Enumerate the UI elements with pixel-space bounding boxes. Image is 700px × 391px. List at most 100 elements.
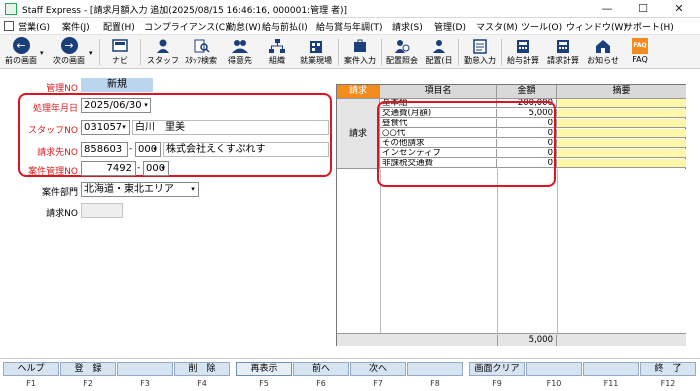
anken-no-input[interactable]: 7492 (81, 161, 136, 176)
billing-calc-button[interactable]: 請求計算 (544, 37, 582, 67)
menu-kyuyo-maebarai[interactable]: 給与前払(I) (262, 20, 308, 33)
seikyu-name-value: 株式会社えくすぷれす (166, 144, 266, 155)
staff-no-label: スタッフNO (28, 126, 78, 136)
maximize-button[interactable]: ☐ (626, 0, 660, 18)
billing-calc-label: 請求計算 (547, 56, 579, 65)
staff-no-dropdown-icon[interactable]: ▾ (119, 121, 129, 134)
title-bar: Staff Express - [請求月額入力 追加(2025/08/15 16… (0, 0, 700, 18)
grid-item-memo[interactable] (557, 99, 686, 108)
navi-button[interactable]: ナビ (104, 37, 136, 67)
assign-day-button[interactable]: 配置(日 (421, 37, 457, 67)
staff-search-icon (194, 39, 210, 53)
staff-name-value: 白川 里美 (135, 122, 185, 133)
f5-refresh-button[interactable]: 再表示 (236, 362, 292, 376)
menu-tool[interactable]: ツール(O) (521, 20, 562, 33)
notice-button[interactable]: お知らせ (584, 37, 622, 67)
navi-label: ナビ (112, 56, 128, 65)
anken-sub-dropdown-icon[interactable]: ▾ (158, 162, 168, 175)
f11-button[interactable] (583, 362, 639, 376)
menu-seikyu[interactable]: 請求(S) (392, 20, 423, 33)
seikyu-no-input[interactable]: 858603 (81, 142, 128, 157)
next-screen-label: 次の画面 (53, 56, 85, 65)
site-button[interactable]: 就業現場 (296, 37, 336, 67)
grid-empty-area (337, 169, 686, 333)
staff-search-button[interactable]: ｽﾀｯﾌ検索 (182, 37, 220, 67)
menu-kyuyo-shoyo[interactable]: 給与賞与年調(T) (316, 20, 383, 33)
menu-haichi[interactable]: 配置(H) (103, 20, 135, 33)
menu-window[interactable]: ウィンドウ(W) (566, 20, 627, 33)
case-input-button[interactable]: 案件入力 (342, 37, 378, 67)
minimize-button[interactable]: — (590, 0, 624, 18)
menu-support[interactable]: サポート(H) (624, 20, 674, 33)
seikyu-no2-label: 請求NO (46, 209, 78, 219)
billing-calc-icon (557, 40, 569, 53)
anken-no-value: 7492 (106, 163, 132, 174)
salary-calc-icon (517, 40, 529, 53)
f6-key-label: F6 (316, 379, 326, 388)
client-icon (232, 40, 248, 53)
staff-no-value: 031057 (84, 122, 123, 133)
site-icon (310, 41, 322, 53)
notice-label: お知らせ (587, 56, 619, 65)
grid-header-seikyu: 請求 (337, 85, 380, 99)
f3-button[interactable] (117, 362, 173, 376)
grid-item-memo[interactable] (557, 149, 686, 158)
grid-item-memo[interactable] (557, 129, 686, 138)
f4-delete-button[interactable]: 削 除 (174, 362, 230, 376)
faq-button[interactable]: FAQ FAQ (626, 37, 654, 67)
prev-screen-button[interactable]: ← 前の画面 (2, 37, 40, 67)
f8-button[interactable] (407, 362, 463, 376)
f4-key-label: F4 (197, 379, 207, 388)
f1-help-button[interactable]: ヘルプ (3, 362, 59, 376)
f2-register-button[interactable]: 登 録 (60, 362, 116, 376)
seikyu-name-field: 株式会社えくすぷれす (163, 142, 329, 157)
menu-compliance[interactable]: コンプライアンス(C) (144, 20, 229, 33)
toolbar: ← 前の画面 ▾ → 次の画面 ▾ ナビ スタッフ ｽﾀｯﾌ検索 得意先 組織 … (0, 35, 700, 69)
staff-icon (157, 39, 169, 53)
grid-item-memo[interactable] (557, 159, 686, 168)
prev-dropdown-icon[interactable]: ▾ (40, 49, 44, 57)
bumon-dropdown-icon[interactable]: ▾ (188, 183, 198, 196)
attendance-icon (473, 39, 487, 54)
staff-button[interactable]: スタッフ (145, 37, 181, 67)
attendance-input-button[interactable]: 勤怠入力 (461, 37, 499, 67)
f5-key-label: F5 (259, 379, 269, 388)
seikyu-no2-field (81, 203, 123, 218)
org-button[interactable]: 組織 (260, 37, 294, 67)
menu-kanri[interactable]: 管理(D) (434, 20, 466, 33)
menu-grid-icon (4, 21, 14, 31)
menu-kintai[interactable]: 勤怠(W) (227, 20, 261, 33)
menu-eigyo[interactable]: 営業(G) (18, 20, 50, 33)
staff-search-label: ｽﾀｯﾌ検索 (185, 56, 217, 65)
client-button[interactable]: 得意先 (222, 37, 258, 67)
shori-date-dropdown-icon[interactable]: ▾ (141, 99, 151, 112)
menu-bar: 営業(G) 案件(J) 配置(H) コンプライアンス(C) 勤怠(W) 給与前払… (0, 18, 700, 35)
arrow-right-icon: → (60, 37, 78, 54)
menu-master[interactable]: マスタ(M) (476, 20, 518, 33)
f7-next-button[interactable]: 次へ (350, 362, 406, 376)
bumon-select[interactable]: 北海道・東北エリア (81, 182, 199, 197)
f9-clear-button[interactable]: 画面クリア (469, 362, 525, 376)
grid-item-memo[interactable] (557, 139, 686, 148)
seikyu-no-label: 請求先NO (37, 148, 78, 158)
menu-anken[interactable]: 案件(J) (62, 20, 90, 33)
grid-group-seikyu: 請求 (337, 99, 380, 169)
faq-label: FAQ (632, 55, 648, 64)
f6-prev-button[interactable]: 前へ (293, 362, 349, 376)
anken-no-label: 案件管理NO (28, 167, 78, 177)
seikyu-sub-dropdown-icon[interactable]: ▾ (150, 143, 160, 156)
toolbar-separator (140, 39, 141, 65)
close-button[interactable]: ✕ (662, 0, 696, 18)
f10-key-label: F10 (546, 379, 562, 388)
grid-item-memo[interactable] (557, 119, 686, 128)
grid-item-memo[interactable] (557, 109, 686, 118)
next-screen-button[interactable]: → 次の画面 (49, 37, 89, 67)
next-dropdown-icon[interactable]: ▾ (89, 49, 93, 57)
f10-button[interactable] (526, 362, 582, 376)
f12-exit-button[interactable]: 終 了 (640, 362, 696, 376)
assign-query-button[interactable]: 配置照会 (384, 37, 420, 67)
f9-key-label: F9 (492, 379, 502, 388)
org-label: 組織 (269, 56, 285, 65)
case-input-icon (354, 39, 366, 52)
salary-calc-button[interactable]: 給与計算 (504, 37, 542, 67)
